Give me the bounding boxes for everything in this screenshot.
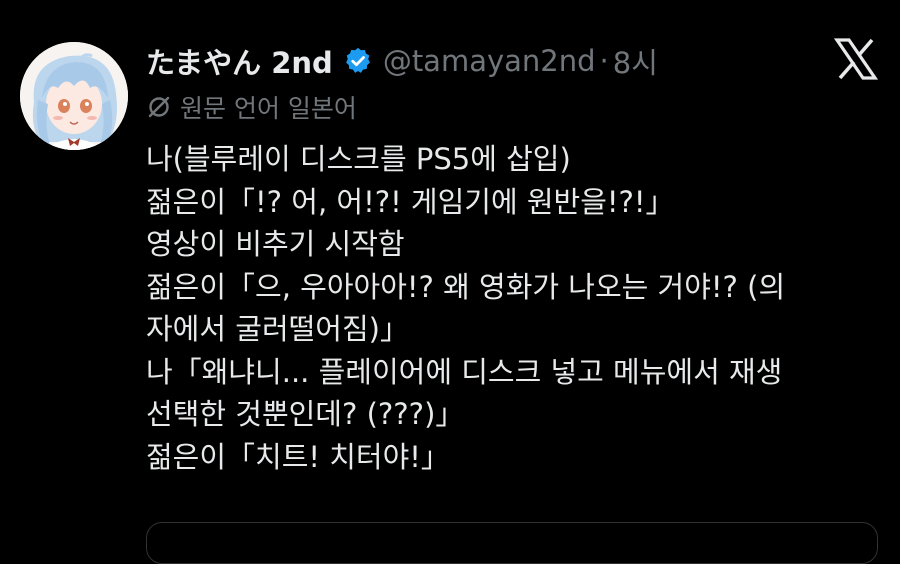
tweet-text-line: 나(블루레이 디스크를 PS5에 삽입) xyxy=(146,142,571,176)
timestamp[interactable]: 8시 xyxy=(613,40,658,82)
tweet-text-line: 영상이 비추기 시작함 xyxy=(146,227,405,261)
verified-badge-icon[interactable] xyxy=(343,46,373,76)
tweet-text: 나(블루레이 디스크를 PS5에 삽입) 젊은이「!? 어, 어!?! 게임기에… xyxy=(146,138,886,478)
media-card-edge[interactable] xyxy=(146,522,878,564)
avatar[interactable] xyxy=(20,42,128,150)
original-language-row[interactable]: 원문 언어 일본어 xyxy=(146,88,357,126)
tweet-text-line: 자에서 굴러떨어짐)」 xyxy=(146,312,409,346)
x-logo-icon[interactable] xyxy=(833,38,879,80)
tweet-header: たまやん 2nd @tamayan2nd · 8시 xyxy=(146,40,658,82)
translate-icon xyxy=(146,94,172,120)
original-language-label: 원문 언어 일본어 xyxy=(180,94,357,123)
separator-dot: · xyxy=(599,44,609,78)
tweet-text-line: 젊은이「!? 어, 어!?! 게임기에 원반을!?!」 xyxy=(146,184,675,219)
avatar-image xyxy=(20,42,128,150)
tweet-text-line: 나「왜냐니... 플레이어에 디스크 넣고 메뉴에서 재생 xyxy=(146,354,783,389)
tweet-text-line: 선택한 것뿐인데? (???)」 xyxy=(146,397,465,431)
user-handle[interactable]: @tamayan2nd xyxy=(383,44,596,78)
tweet-text-line: 젊은이「으, 우아아아!? 왜 영화가 나오는 거야!? (의 xyxy=(146,269,786,304)
tweet-text-line: 젊은이「치트! 치터야!」 xyxy=(146,439,450,474)
tweet[interactable]: たまやん 2nd @tamayan2nd · 8시 원문 언어 일본어 나(블루… xyxy=(0,0,900,564)
display-name[interactable]: たまやん 2nd xyxy=(146,40,333,82)
